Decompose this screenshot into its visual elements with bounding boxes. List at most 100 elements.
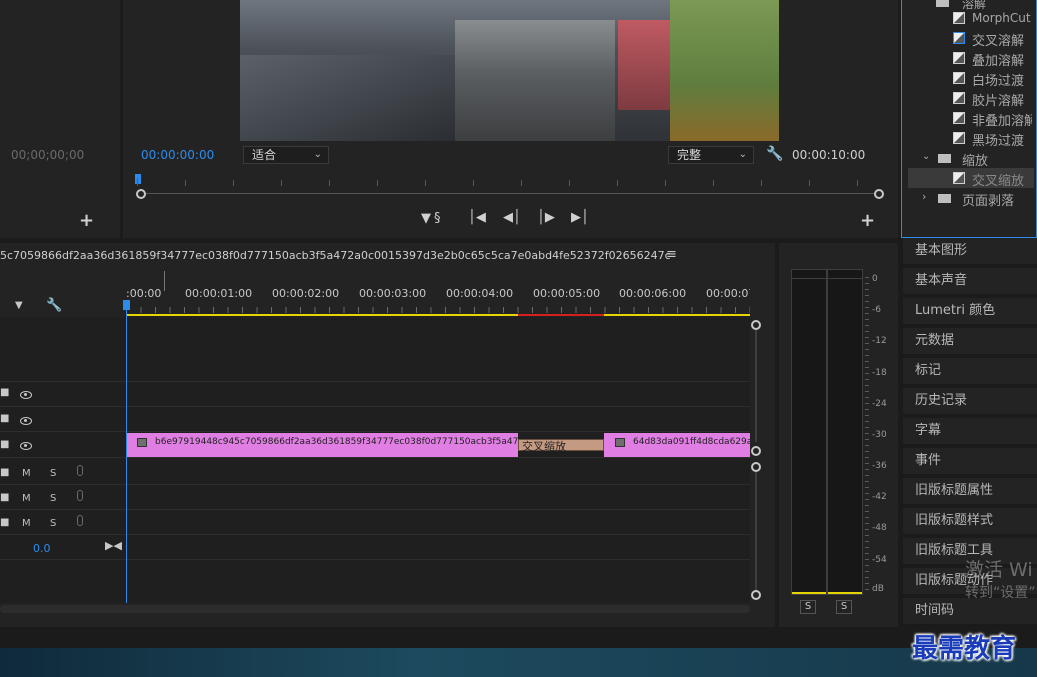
vscroll-mid-handle-2[interactable] [751,462,761,472]
toggle-output-eye-icon[interactable] [20,442,32,450]
chevron-down-icon: ⌄ [922,151,931,162]
play-icon[interactable]: │▶ [537,210,555,225]
panel-tab-events[interactable]: 事件 [903,448,1037,476]
insert-marker-icon[interactable]: ▼ [421,211,431,226]
vscroll-track[interactable] [755,330,757,442]
video-track-v3[interactable] [0,382,750,407]
timeline-playhead-head[interactable] [123,300,130,310]
source-add-button[interactable]: + [79,212,94,230]
solo-left-button[interactable]: S [800,600,816,614]
chevron-right-icon: › [922,190,927,203]
fx-badge-icon [615,438,625,447]
sync-lock-icon[interactable]: ■ [0,467,9,478]
effect-item-non-additive-dissolve[interactable]: 非叠加溶解 [908,110,1034,130]
panel-tab-history[interactable]: 历史记录 [903,388,1037,416]
sync-lock-icon[interactable]: ■ [0,492,9,503]
panel-tab-timecode[interactable]: 时间码 [903,598,1037,626]
video-track-empty [0,317,750,382]
mute-button[interactable]: M [22,518,31,529]
panel-tab-essential-graphics[interactable]: 基本图形 [903,238,1037,266]
wrench-icon[interactable]: 🔧 [766,146,783,162]
microphone-icon[interactable] [77,490,83,501]
sync-lock-icon[interactable]: ■ [0,413,9,424]
sync-lock-icon[interactable]: ■ [0,439,9,450]
meter-scale-label: -54 [872,555,887,565]
ruler-label: 00:00:04:00 [446,287,514,300]
transition-icon [953,112,965,124]
wrench-icon[interactable]: 🔧 [46,298,62,313]
scrub-out-handle[interactable] [874,189,884,199]
panel-tab-label: 事件 [915,453,942,468]
vscroll-top-handle[interactable] [751,320,761,330]
panel-tab-label: 字幕 [915,423,942,438]
video-clip-1[interactable]: b6e97919448c945c7059866df2aa36d361859f34… [126,433,518,457]
sync-lock-icon[interactable]: ■ [0,517,9,528]
toggle-output-eye-icon[interactable] [20,391,32,399]
panel-tab-lumetri-color[interactable]: Lumetri 颜色 [903,298,1037,326]
panel-tab-markers[interactable]: 标记 [903,358,1037,386]
panel-tab-legacy-title-properties[interactable]: 旧版标题属性 [903,478,1037,506]
vscroll-bottom-handle[interactable] [751,590,761,600]
quality-dropdown[interactable]: 完整 ⌄ [668,146,754,164]
program-add-button[interactable]: + [860,212,875,230]
bowtie-icon[interactable]: ▶◀ [105,539,122,552]
hscroll-bar[interactable] [0,605,750,613]
solo-right-button[interactable]: S [836,600,852,614]
mute-button[interactable]: M [22,468,31,479]
source-timecode[interactable]: 00;00;00;00 [11,148,84,162]
clip-name: b6e97919448c945c7059866df2aa36d361859f34… [155,437,518,447]
transition-icon [953,32,965,44]
panel-tab-essential-sound[interactable]: 基本声音 [903,268,1037,296]
microphone-icon[interactable] [77,465,83,476]
master-volume-value[interactable]: 0.0 [33,542,51,555]
mute-button[interactable]: M [22,493,31,504]
panel-tab-captions[interactable]: 字幕 [903,418,1037,446]
solo-button[interactable]: S [50,493,56,504]
effect-item-additive-dissolve[interactable]: 叠加溶解 [908,50,1034,70]
solo-button[interactable]: S [50,518,56,529]
toggle-output-eye-icon[interactable] [20,417,32,425]
marker-icon[interactable]: ▼ [15,300,23,311]
link-icon[interactable]: § [434,211,441,226]
audio-track-a2[interactable] [0,485,750,510]
panel-tab-metadata[interactable]: 元数据 [903,328,1037,356]
effect-item-morphcut[interactable]: MorphCut [908,10,1034,30]
solo-left-label: S [804,601,812,612]
panel-menu-icon[interactable]: ≡ [666,247,677,262]
video-track-v2[interactable] [0,407,750,432]
scrub-track[interactable] [137,193,879,194]
effect-item-film-dissolve[interactable]: 胶片溶解 [908,90,1034,110]
solo-button[interactable]: S [50,468,56,479]
timeline-playhead[interactable] [126,300,127,603]
scrub-in-handle[interactable] [136,189,146,199]
sequence-tab[interactable]: 5c7059866df2aa36d361859f34777ec038f0d777… [0,249,670,265]
audio-track-a1[interactable] [0,460,750,485]
zoom-dropdown-value: 适合 [252,148,277,162]
effects-folder-page-peel[interactable]: › 页面剥落 [908,190,1034,210]
effects-folder-zoom[interactable]: ⌄ 缩放 [908,150,1034,170]
zoom-dropdown[interactable]: 适合 ⌄ [243,146,329,164]
playhead-marker[interactable] [135,174,141,184]
step-back-icon[interactable]: ◀│ [503,210,521,225]
go-to-out-icon[interactable]: ▶│ [571,210,589,225]
brand-watermark: 最需教育 [912,634,1017,664]
panel-tab-label: 历史记录 [915,393,968,408]
audio-track-a3[interactable] [0,510,750,535]
effect-item-dip-to-white[interactable]: 白场过渡 [908,70,1034,90]
vscroll-mid-handle[interactable] [751,446,761,456]
microphone-icon[interactable] [77,515,83,526]
work-area-bar[interactable] [126,314,750,316]
go-to-in-icon[interactable]: │◀ [468,210,486,225]
effect-item-dip-to-black[interactable]: 黑场过渡 [908,130,1034,150]
chevron-down-icon: ⌄ [313,149,322,160]
transition-cross-zoom[interactable]: 交叉缩放 [518,439,604,453]
vscroll-track-lower[interactable] [755,472,757,590]
video-clip-2[interactable]: 64d83da091ff4d8cda629ace [604,433,750,457]
program-current-timecode[interactable]: 00:00:00:00 [141,148,214,162]
effect-item-label: 叠加溶解 [972,54,1025,69]
effect-item-cross-zoom[interactable]: 交叉缩放 [908,168,1034,189]
program-scrubber-bar[interactable] [135,170,884,200]
effect-item-cross-dissolve[interactable]: 交叉溶解 [908,30,1034,50]
sync-lock-icon[interactable]: ■ [0,387,9,398]
panel-tab-legacy-title-styles[interactable]: 旧版标题样式 [903,508,1037,536]
